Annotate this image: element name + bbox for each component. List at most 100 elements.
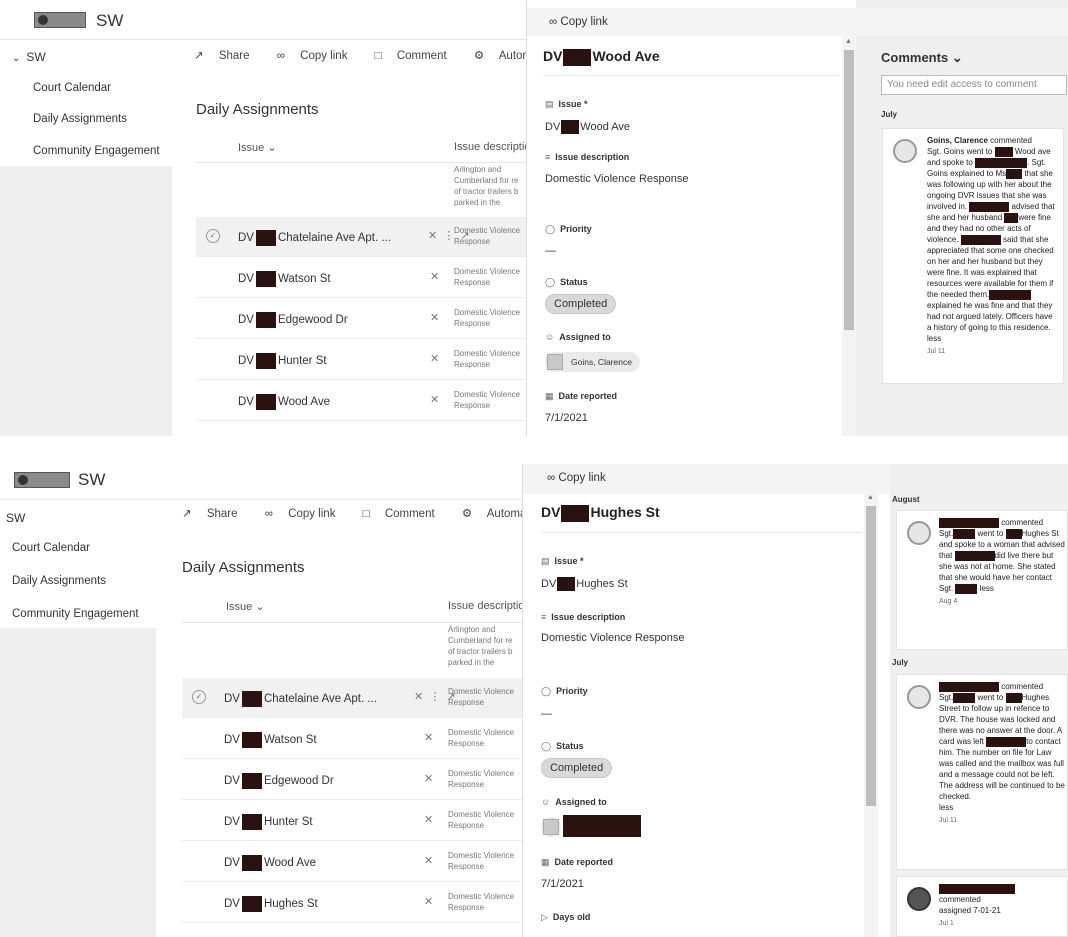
table-row[interactable]: ✓ DV Chatelaine Ave Apt. ... ✕ ⋮ ↗ Domest… [182,678,522,718]
comment-button[interactable]: □ Comment [375,50,459,62]
copy-link-button[interactable]: ∞ Copy link [265,508,348,520]
status-badge[interactable]: Completed [541,758,613,778]
arrow-up-icon[interactable]: ▲ [867,494,874,501]
pin-icon[interactable]: ✕ [424,731,433,744]
issue-value[interactable]: DV Wood Ave [545,120,630,134]
description-value[interactable]: Domestic Violence Response [541,632,684,644]
description-value[interactable]: Domestic Violence Response [545,173,688,185]
row-title[interactable]: DV Wood Ave [224,855,316,871]
more-vertical-icon[interactable]: ⋮ [443,230,454,242]
date-value[interactable]: 7/1/2021 [541,878,584,890]
row-check-icon[interactable]: ✓ [192,690,206,704]
row-title[interactable]: DV Chatelaine Ave Apt. ... [238,230,391,246]
nav-item-community-engagement[interactable]: Community Engagement [12,608,139,620]
pin-icon[interactable]: ✕ [424,895,433,908]
row-title[interactable]: DV Watson St [238,271,331,287]
priority-value[interactable]: — [541,708,552,720]
less-link[interactable]: less [980,584,994,593]
nav-item-daily-assignments[interactable]: Daily Assignments [12,575,106,587]
assignee-chip[interactable] [541,817,561,837]
pin-icon[interactable]: ✕ [424,854,433,867]
priority-value[interactable]: — [545,245,556,257]
pin-icon[interactable]: ✕ [414,691,423,703]
nav-item-daily-assignments[interactable]: Daily Assignments [33,113,127,125]
scroll-thumb[interactable] [866,506,876,806]
status-label: ◯ Status [545,277,588,287]
check-circle-icon: ◯ [541,686,552,696]
list-view: ↗ Share ∞ Copy link □ Comment ⚙ Automate… [172,40,612,436]
share-button[interactable]: ↗ Share [194,50,262,62]
pin-icon[interactable]: ✕ [428,230,437,242]
pin-icon[interactable]: ✕ [424,772,433,785]
redaction-block [241,732,262,748]
row-description: Domestic Violence Response [448,728,515,748]
table-row[interactable]: DV Hunter St ✕ Domestic Violence Response [196,340,526,380]
arrow-up-icon[interactable]: ▲ [845,38,852,45]
status-badge[interactable]: Completed [545,294,617,314]
text-field-icon: ▤ [541,556,550,566]
row-title[interactable]: DV Hunter St [224,814,313,830]
more-vertical-icon[interactable]: ⋮ [429,691,440,703]
less-link[interactable]: less [939,803,953,812]
row-title[interactable]: DV Edgewood Dr [224,773,334,789]
assignee-chip[interactable]: Goins, Clarence [545,352,640,372]
row-title[interactable]: DV Chatelaine Ave Apt. ... [224,691,377,707]
less-link[interactable]: less [927,334,941,343]
table-row[interactable]: DV Hunter St ✕ Domestic Violence Response [182,801,522,841]
detail-toolbar: ∞ Copy link [523,464,891,494]
comment-button[interactable]: □ Comment [363,508,447,520]
redaction-block [241,855,262,871]
table-row[interactable]: DV Wood Ave ✕ Domestic Violence Response [196,381,526,421]
issue-value[interactable]: DV Hughes St [541,577,628,591]
pin-icon[interactable]: ✕ [430,270,439,283]
table-row[interactable]: DV Edgewood Dr ✕ Domestic Violence Respon… [182,760,522,800]
nav-item-court-calendar[interactable]: Court Calendar [33,82,111,94]
column-header-issue[interactable]: Issue ⌄ [238,141,277,154]
pin-icon[interactable]: ✕ [430,311,439,324]
detail-scrollbar[interactable]: ▲ [842,36,856,436]
pin-icon[interactable]: ✕ [430,352,439,365]
copy-link-button[interactable]: ∞ Copy link [277,50,360,62]
comment-text: commented Sgt. went to Hughes St and spo… [939,517,1065,605]
row-title[interactable]: DV Edgewood Dr [238,312,348,328]
table-row[interactable]: DV Wood Ave ✕ Domestic Violence Response [182,842,522,882]
previous-row-description: Arlington and Cumberland for re of tract… [454,165,519,207]
table-row[interactable]: ✓ DV Chatelaine Ave Apt. ... ✕ ⋮ ↗ Domest… [196,217,526,257]
row-check-icon[interactable]: ✓ [206,229,220,243]
table-row[interactable]: DV Watson St ✕ Domestic Violence Response [196,258,526,298]
link-icon: ∞ [549,16,558,28]
site-name[interactable]: SW [96,11,123,31]
share-button[interactable]: ↗ Share [182,508,250,520]
scroll-thumb[interactable] [844,50,854,330]
site-name[interactable]: SW [78,470,105,490]
month-heading: August [892,495,920,504]
comment-date: Jul 11 [939,817,958,824]
copy-link-button[interactable]: ∞ Copy link [549,16,608,28]
table-row[interactable]: DV Watson St ✕ Domestic Violence Response [182,719,522,759]
nav-root-sw[interactable]: SW [6,511,25,525]
nav-item-court-calendar[interactable]: Court Calendar [12,542,90,554]
comments-heading[interactable]: Comments ⌄ [881,50,963,66]
column-header-description[interactable]: Issue descriptio [454,141,530,153]
avatar [543,819,559,835]
days-old-label: ▷ Days old [541,912,591,922]
nav-item-community-engagement[interactable]: Community Engagement [33,145,160,157]
item-title: DV Hughes St [541,504,660,522]
row-title[interactable]: DV Hunter St [238,353,327,369]
row-title[interactable]: DV Watson St [224,732,317,748]
row-title[interactable]: DV Hughes St [224,896,318,912]
pin-icon[interactable]: ✕ [430,393,439,406]
pin-icon[interactable]: ✕ [424,813,433,826]
table-row[interactable]: DV Hughes St ✕ Domestic Violence Response [182,883,522,923]
detail-scrollbar[interactable]: ▲ [864,492,878,937]
redaction-block [563,815,641,837]
copy-link-button[interactable]: ∞ Copy link [547,472,606,484]
table-row[interactable]: DV Edgewood Dr ✕ Domestic Violence Respon… [196,299,526,339]
date-value[interactable]: 7/1/2021 [545,412,588,424]
assigned-label: ☺ Assigned to [545,332,611,342]
description-label: ≡ Issue description [541,612,626,622]
column-header-issue[interactable]: Issue ⌄ [226,600,265,613]
comment-input[interactable]: You need edit access to comment [881,75,1067,95]
row-title[interactable]: DV Wood Ave [238,394,330,410]
nav-root-sw[interactable]: ⌄ SW [12,50,46,64]
